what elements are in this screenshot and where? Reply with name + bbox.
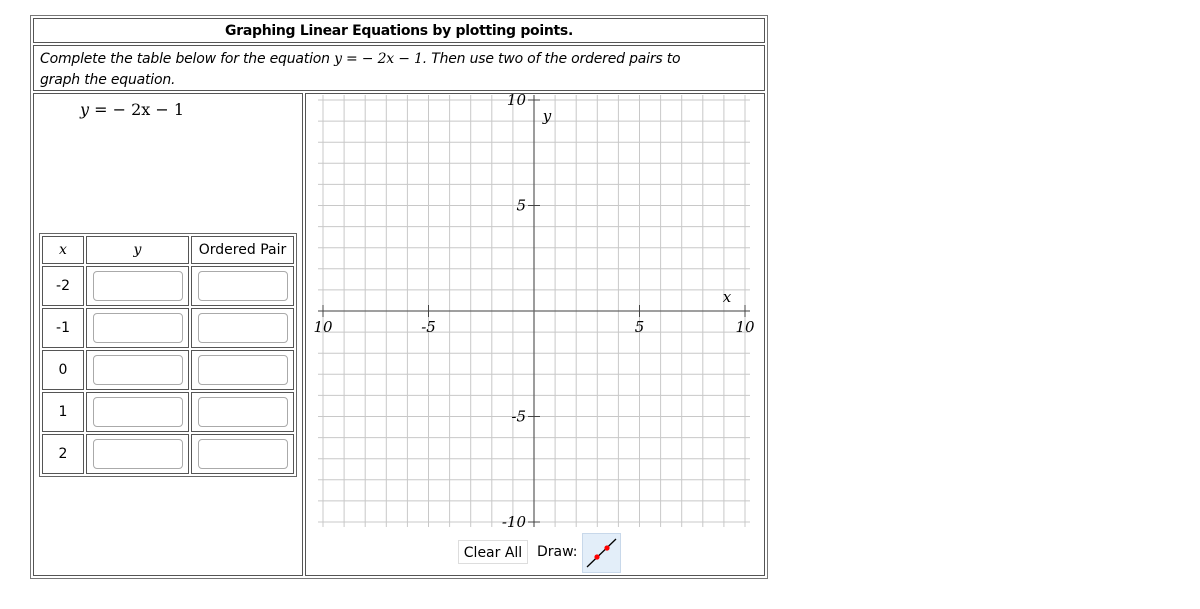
pair-cell bbox=[191, 308, 294, 348]
header-ordered-pair: Ordered Pair bbox=[191, 236, 294, 264]
pair-cell bbox=[191, 266, 294, 306]
table-row: -1 bbox=[42, 308, 294, 348]
x-value: -1 bbox=[42, 308, 84, 348]
x-tick-label: 10 bbox=[735, 318, 755, 336]
table-row: 0 bbox=[42, 350, 294, 390]
instructions-text: Complete the table below for the equatio… bbox=[40, 49, 724, 91]
table-row: 1 bbox=[42, 392, 294, 432]
x-value: 1 bbox=[42, 392, 84, 432]
y-cell bbox=[86, 392, 189, 432]
header-x: x bbox=[42, 236, 84, 264]
y-tick-label: -10 bbox=[502, 513, 527, 531]
y-tick-label: -5 bbox=[511, 408, 526, 426]
y-input[interactable] bbox=[92, 355, 183, 385]
x-tick-label: 10 bbox=[313, 318, 333, 336]
header-y: y bbox=[86, 236, 189, 264]
y-input[interactable] bbox=[92, 439, 183, 469]
instructions-equation: y = − 2x − 1 bbox=[334, 51, 423, 67]
ordered-pair-input[interactable] bbox=[197, 271, 288, 301]
ordered-pair-input[interactable] bbox=[197, 397, 288, 427]
instructions-cell: Complete the table below for the equatio… bbox=[33, 45, 765, 91]
equation-display: y = − 2x − 1 bbox=[80, 100, 184, 119]
x-value: 0 bbox=[42, 350, 84, 390]
y-axis-label: y bbox=[542, 107, 552, 125]
table-row: -2 bbox=[42, 266, 294, 306]
y-input[interactable] bbox=[92, 271, 183, 301]
x-tick-label: -5 bbox=[421, 318, 436, 336]
y-cell bbox=[86, 266, 189, 306]
page-title: Graphing Linear Equations by plotting po… bbox=[225, 23, 573, 39]
y-cell bbox=[86, 308, 189, 348]
table-row: 2 bbox=[42, 434, 294, 474]
y-tick-label: 5 bbox=[516, 197, 526, 215]
draw-label: Draw: bbox=[537, 544, 578, 560]
ordered-pair-input[interactable] bbox=[197, 355, 288, 385]
equation-rhs: = − 2x − 1 bbox=[94, 100, 185, 119]
x-value: 2 bbox=[42, 434, 84, 474]
y-tick-label: 10 bbox=[507, 94, 527, 109]
pair-cell bbox=[191, 434, 294, 474]
y-input[interactable] bbox=[92, 313, 183, 343]
table-header-row: x y Ordered Pair bbox=[42, 236, 294, 264]
y-input[interactable] bbox=[92, 397, 183, 427]
x-axis-label: x bbox=[723, 288, 732, 306]
title-cell: Graphing Linear Equations by plotting po… bbox=[33, 18, 765, 43]
y-cell bbox=[86, 350, 189, 390]
x-value: -2 bbox=[42, 266, 84, 306]
y-cell bbox=[86, 434, 189, 474]
draw-line-tool-button[interactable] bbox=[582, 533, 621, 573]
pair-cell bbox=[191, 392, 294, 432]
values-table: x y Ordered Pair -2 -1 0 1 2 bbox=[39, 233, 297, 477]
instructions-prefix: Complete the table below for the equatio… bbox=[40, 51, 335, 67]
clear-all-button[interactable]: Clear All bbox=[458, 540, 528, 564]
coordinate-grid[interactable]: 10 -5 5 10 10 5 -5 -10 x y bbox=[306, 94, 764, 534]
ordered-pair-input[interactable] bbox=[197, 439, 288, 469]
x-tick-label: 5 bbox=[635, 318, 645, 336]
pair-cell bbox=[191, 350, 294, 390]
ordered-pair-input[interactable] bbox=[197, 313, 288, 343]
equation-lhs: y bbox=[80, 100, 90, 119]
line-through-two-points-icon bbox=[586, 538, 617, 568]
